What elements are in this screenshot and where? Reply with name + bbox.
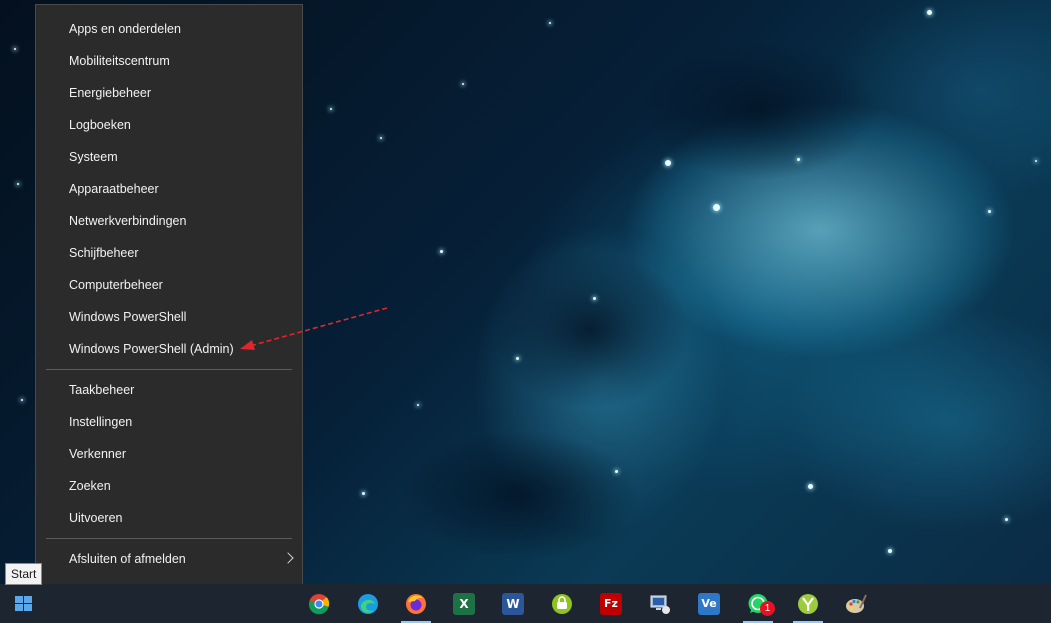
taskbar-app-network[interactable]: [640, 584, 680, 623]
menu-item-event-viewer[interactable]: Logboeken: [36, 109, 302, 141]
app-yellow-icon: [798, 594, 818, 614]
menu-separator: [46, 538, 292, 539]
edge-icon: [358, 594, 378, 614]
menu-item-settings[interactable]: Instellingen: [36, 406, 302, 438]
menu-item-mobility-center[interactable]: Mobiliteitscentrum: [36, 45, 302, 77]
firefox-icon: [406, 594, 426, 614]
menu-item-computer-management[interactable]: Computerbeheer: [36, 269, 302, 301]
menu-item-powershell-admin[interactable]: Windows PowerShell (Admin): [36, 333, 302, 365]
start-button[interactable]: [0, 584, 46, 623]
winx-quick-link-menu: Apps en onderdelen Mobiliteitscentrum En…: [35, 4, 303, 613]
menu-item-shutdown-signout[interactable]: Afsluiten of afmelden: [36, 543, 302, 575]
menu-item-label: Afsluiten of afmelden: [69, 552, 186, 566]
menu-item-powershell[interactable]: Windows PowerShell: [36, 301, 302, 333]
menu-item-file-explorer[interactable]: Verkenner: [36, 438, 302, 470]
menu-item-run[interactable]: Uitvoeren: [36, 502, 302, 534]
windows-logo-icon: [15, 596, 32, 611]
taskbar-app-green[interactable]: [542, 584, 582, 623]
chrome-icon: [309, 594, 330, 615]
menu-item-network-connections[interactable]: Netwerkverbindingen: [36, 205, 302, 237]
notification-badge: 1: [760, 601, 775, 616]
taskbar-app-word[interactable]: W: [493, 584, 533, 623]
taskbar-app-filezilla[interactable]: Fz: [591, 584, 631, 623]
app-green-icon: [552, 594, 572, 614]
start-tooltip: Start: [5, 563, 43, 585]
taskbar-app-vpn[interactable]: Ve: [689, 584, 729, 623]
menu-item-power-options[interactable]: Energiebeheer: [36, 77, 302, 109]
menu-item-search[interactable]: Zoeken: [36, 470, 302, 502]
taskbar-app-paint[interactable]: [836, 584, 876, 623]
menu-item-device-manager[interactable]: Apparaatbeheer: [36, 173, 302, 205]
paint-palette-icon: [846, 594, 867, 613]
menu-item-task-manager[interactable]: Taakbeheer: [36, 374, 302, 406]
menu-item-disk-management[interactable]: Schijfbeheer: [36, 237, 302, 269]
menu-separator: [46, 369, 292, 370]
vpn-icon: Ve: [698, 593, 720, 615]
taskbar-app-whatsapp[interactable]: 1: [738, 584, 778, 623]
taskbar-app-edge[interactable]: [348, 584, 388, 623]
taskbar-app-yellow[interactable]: [788, 584, 828, 623]
taskbar-app-excel[interactable]: X: [444, 584, 484, 623]
taskbar-app-chrome[interactable]: [299, 584, 339, 623]
chevron-right-icon: [282, 552, 294, 564]
taskbar-app-firefox[interactable]: [396, 584, 436, 623]
network-computer-icon: [650, 595, 670, 614]
word-icon: W: [502, 593, 524, 615]
filezilla-icon: Fz: [600, 593, 622, 615]
menu-item-system[interactable]: Systeem: [36, 141, 302, 173]
excel-icon: X: [453, 593, 475, 615]
menu-item-apps-features[interactable]: Apps en onderdelen: [36, 13, 302, 45]
